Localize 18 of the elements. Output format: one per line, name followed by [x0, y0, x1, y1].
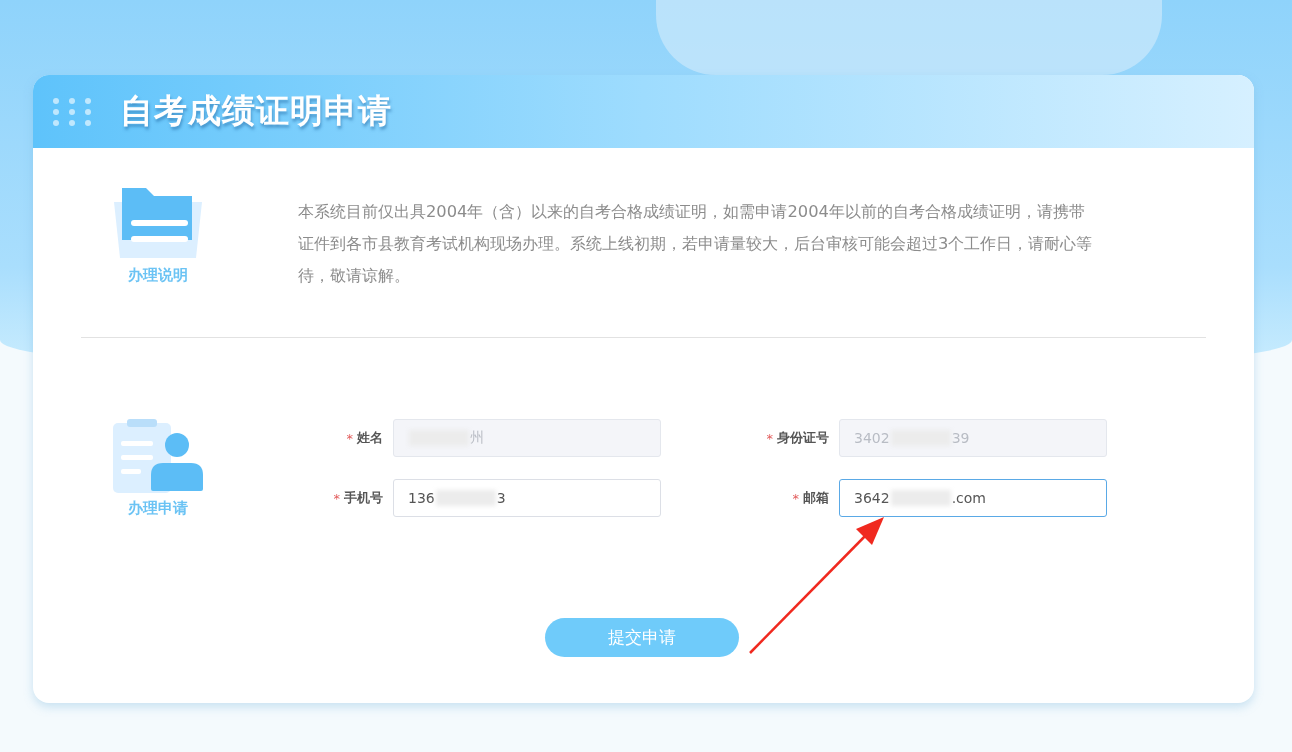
field-label: 身份证号	[777, 429, 829, 447]
dots-icon	[52, 96, 92, 127]
clipboard-person-icon	[111, 419, 205, 493]
field-label: 邮箱	[803, 489, 829, 507]
required-icon: *	[766, 430, 773, 446]
section-label: 办理申请	[128, 499, 188, 518]
input-field[interactable]: 136 3	[393, 479, 661, 517]
section-label: 办理说明	[128, 266, 188, 285]
required-icon: *	[346, 430, 353, 446]
required-icon: *	[792, 490, 799, 506]
submit-button[interactable]: 提交申请	[545, 618, 739, 657]
page-title: 自考成绩证明申请	[120, 90, 392, 132]
required-icon: *	[333, 490, 340, 506]
field-label: 姓名	[357, 429, 383, 447]
notice-text: 本系统目前仅出具2004年（含）以来的自考合格成绩证明，如需申请2004年以前的自考合格成绩证明，请携带证件到各市县教育考试机构现场办理。系统上线初期，若申请量较大，后台审核可能会超过3个工作日，请耐心等待，敬请谅解。	[298, 201, 1094, 287]
folder-icon	[112, 188, 204, 260]
field-label: 手机号	[344, 489, 383, 507]
input-field[interactable]: 3642 .com	[839, 479, 1107, 517]
